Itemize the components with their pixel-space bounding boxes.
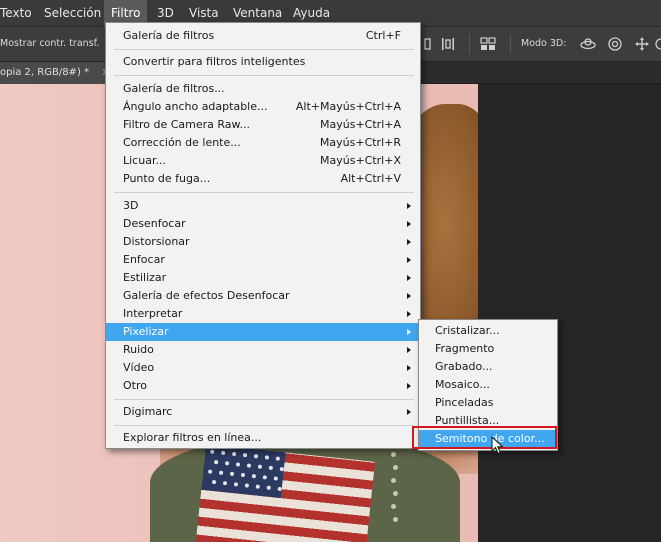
roll-3d-icon[interactable] (607, 36, 623, 52)
flag-star (262, 475, 268, 480)
menu-item-estilizar[interactable]: Estilizar (106, 269, 420, 287)
flag-star (253, 454, 259, 459)
orbit-3d-icon[interactable] (580, 36, 596, 52)
chevron-right-icon (407, 275, 411, 281)
flag-star (242, 452, 248, 458)
chevron-right-icon (407, 311, 411, 317)
distribute-horizontal-icon[interactable] (440, 36, 456, 52)
menu-item-interpretar[interactable]: Interpretar (106, 305, 420, 323)
flag-star (220, 450, 226, 456)
flag-star (268, 465, 274, 471)
menu-item-pixelizar[interactable]: Pixelizar (106, 323, 420, 341)
photo-flag (195, 444, 376, 542)
menu-item-3d[interactable]: 3D (106, 197, 420, 215)
menu-item-enfocar[interactable]: Enfocar (106, 251, 420, 269)
menu-item-digimarc[interactable]: Digimarc (106, 403, 420, 421)
mouse-cursor-icon (491, 435, 505, 456)
flag-star (246, 463, 252, 468)
flag-star (277, 486, 282, 492)
menu-texto[interactable]: Texto (0, 0, 32, 27)
chevron-right-icon (407, 409, 411, 415)
flag-star (233, 482, 239, 487)
chevron-right-icon (407, 239, 411, 245)
garment-stud (391, 504, 396, 509)
garment-stud (391, 452, 396, 457)
submenu-item-fragmento[interactable]: Fragmento (419, 340, 557, 358)
menu-divider (114, 49, 414, 50)
menu-item-galeria-efectos-desenfocar[interactable]: Galería de efectos Desenfocar (106, 287, 420, 305)
menu-divider (114, 399, 414, 400)
flag-star (257, 464, 263, 469)
pan-3d-icon[interactable] (634, 36, 650, 52)
menu-item-video[interactable]: Vídeo (106, 359, 420, 377)
flag-star (207, 469, 213, 474)
menu-item-otro[interactable]: Otro (106, 377, 420, 395)
menu-item-galeria-filtros[interactable]: Galería de filtros... (106, 80, 420, 98)
flag-star (273, 476, 278, 481)
flag-star (279, 466, 284, 472)
menu-item-ruido[interactable]: Ruido (106, 341, 420, 359)
submenu-item-cristalizar[interactable]: Cristalizar... (419, 322, 557, 340)
menu-item-angulo-ancho[interactable]: Ángulo ancho adaptable... Alt+Mayús+Ctrl… (106, 98, 420, 116)
auto-align-icon[interactable] (480, 36, 496, 52)
menu-divider (114, 425, 414, 426)
flag-star (231, 451, 237, 457)
chevron-right-icon (407, 257, 411, 263)
filter-menu: Galería de filtros Ctrl+F Convertir para… (105, 22, 421, 449)
submenu-item-grabado[interactable]: Grabado... (419, 358, 557, 376)
options-separator (469, 34, 470, 54)
options-separator (510, 34, 511, 54)
menu-item-convertir-filtros-inteligentes[interactable]: Convertir para filtros inteligentes (106, 53, 420, 71)
show-transform-controls-label[interactable]: Mostrar contr. transf. (0, 38, 99, 49)
chevron-right-icon (407, 203, 411, 209)
align-icon[interactable] (424, 36, 432, 52)
slide-3d-icon[interactable] (655, 36, 661, 52)
document-tab[interactable]: opia 2, RGB/8#) * × (0, 62, 114, 84)
garment-stud (393, 465, 398, 470)
flag-star (210, 449, 215, 454)
menu-divider (114, 192, 414, 193)
flag-star (266, 485, 271, 490)
menu-seleccion[interactable]: Selección (44, 0, 101, 27)
submenu-item-pinceladas[interactable]: Pinceladas (419, 394, 557, 412)
menu-item-correccion-lente[interactable]: Corrección de lente... Mayús+Ctrl+R (106, 134, 420, 152)
highlight-annotation-box (412, 426, 557, 449)
menu-divider (114, 75, 414, 76)
submenu-item-mosaico[interactable]: Mosaico... (419, 376, 557, 394)
flag-star (275, 456, 281, 461)
mode-3d-label: Modo 3D: (521, 38, 567, 49)
flag-star (213, 459, 219, 465)
menu-item-galeria-filtros-recent[interactable]: Galería de filtros Ctrl+F (106, 27, 420, 45)
flag-star (235, 462, 241, 467)
flag-star (255, 484, 261, 489)
menu-item-punto-fuga[interactable]: Punto de fuga... Alt+Ctrl+V (106, 170, 420, 188)
menu-item-distorsionar[interactable]: Distorsionar (106, 233, 420, 251)
menu-item-camera-raw[interactable]: Filtro de Camera Raw... Mayús+Ctrl+A (106, 116, 420, 134)
garment-stud (393, 491, 398, 496)
chevron-right-icon (407, 293, 411, 299)
flag-star (224, 461, 230, 466)
flag-star (251, 473, 257, 479)
menu-item-explorar-filtros[interactable]: Explorar filtros en línea... (106, 429, 420, 447)
flag-star (222, 481, 228, 486)
garment-stud (391, 478, 396, 483)
chevron-right-icon (407, 221, 411, 227)
flag-star (218, 470, 224, 475)
garment-stud (393, 517, 398, 522)
chevron-right-icon (407, 347, 411, 353)
flag-star (264, 455, 270, 460)
flag-star (240, 472, 246, 478)
flag-star (229, 471, 235, 477)
flag-star (244, 483, 250, 488)
menu-item-licuar[interactable]: Licuar... Mayús+Ctrl+X (106, 152, 420, 170)
flag-star (211, 479, 217, 485)
document-tab-title: opia 2, RGB/8#) * (0, 67, 90, 78)
chevron-right-icon (407, 329, 411, 335)
menu-item-desenfocar[interactable]: Desenfocar (106, 215, 420, 233)
chevron-right-icon (407, 365, 411, 371)
chevron-right-icon (407, 383, 411, 389)
